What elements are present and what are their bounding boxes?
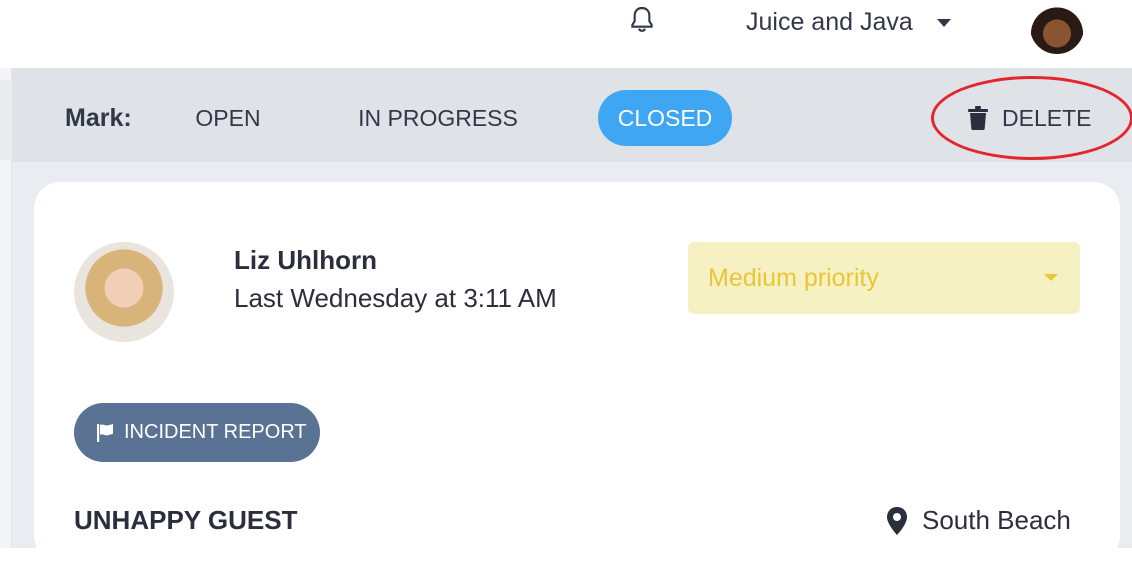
caret-down-icon bbox=[936, 18, 951, 27]
user-avatar[interactable] bbox=[1030, 0, 1084, 54]
top-bar: Juice and Java bbox=[0, 0, 1132, 68]
ticket-title: UNHAPPY GUEST bbox=[74, 505, 298, 535]
category-tag[interactable]: INCIDENT REPORT bbox=[74, 403, 320, 462]
mark-label: Mark: bbox=[65, 104, 132, 132]
bell-icon[interactable] bbox=[626, 4, 658, 36]
map-pin-icon bbox=[887, 506, 907, 535]
mark-in-progress-button[interactable]: IN PROGRESS bbox=[358, 90, 518, 146]
sidebar-edge bbox=[0, 68, 12, 548]
location-name: South Beach bbox=[922, 505, 1071, 535]
organization-switcher[interactable]: Juice and Java bbox=[746, 8, 951, 37]
priority-value: Medium priority bbox=[708, 263, 879, 292]
reporter-name: Liz Uhlhorn bbox=[234, 245, 377, 275]
ticket-timestamp: Last Wednesday at 3:11 AM bbox=[234, 283, 557, 313]
ticket-location: South Beach bbox=[886, 505, 1071, 536]
mark-closed-button[interactable]: CLOSED bbox=[598, 90, 732, 146]
category-label: INCIDENT REPORT bbox=[124, 421, 307, 443]
organization-name: Juice and Java bbox=[746, 8, 913, 36]
sidebar-selected-item[interactable] bbox=[0, 80, 12, 160]
annotation-highlight-ellipse bbox=[931, 76, 1132, 160]
flag-icon bbox=[97, 423, 113, 442]
priority-select[interactable]: Medium priority bbox=[688, 242, 1080, 314]
mark-open-button[interactable]: OPEN bbox=[185, 90, 271, 146]
reporter-avatar bbox=[74, 242, 174, 342]
ticket-action-bar: Mark: OPEN IN PROGRESS CLOSED DELETE bbox=[12, 68, 1132, 162]
caret-down-icon bbox=[1044, 274, 1058, 281]
